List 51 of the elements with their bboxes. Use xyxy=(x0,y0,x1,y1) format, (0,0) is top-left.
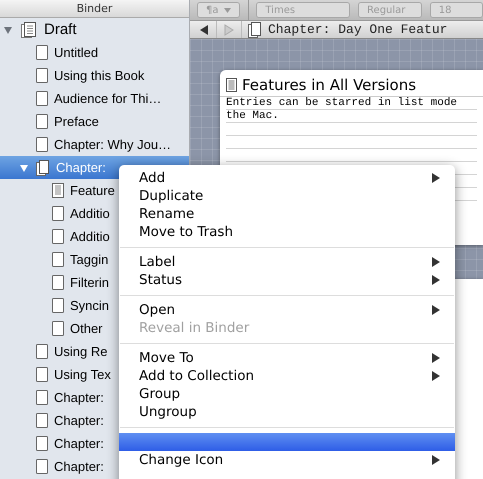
caret-icon xyxy=(224,8,230,12)
card-text: the Mac. xyxy=(226,110,279,122)
menu-item[interactable]: Move to Trash xyxy=(119,223,455,241)
menu-item[interactable]: Status xyxy=(119,271,455,289)
page-icon xyxy=(52,321,64,336)
card-text: Entries can be starred in list mode xyxy=(226,97,458,109)
menu-item[interactable]: Group xyxy=(119,385,455,403)
menu-item[interactable]: Move To xyxy=(119,349,455,367)
page-icon xyxy=(36,436,48,451)
page-icon xyxy=(52,298,64,313)
text-document-icon xyxy=(226,78,237,92)
page-icon xyxy=(36,344,48,359)
page-icon xyxy=(52,229,64,244)
page-icon xyxy=(52,275,64,290)
menu-item[interactable]: Change Icon xyxy=(119,451,455,469)
menu-item[interactable]: Add to Collection xyxy=(119,367,455,385)
back-arrow-icon[interactable] xyxy=(198,24,210,36)
page-icon xyxy=(36,114,48,129)
disclosure-triangle-icon[interactable] xyxy=(19,162,29,172)
page-icon xyxy=(36,91,48,106)
pages-icon xyxy=(36,160,50,176)
document-stack-icon xyxy=(20,20,38,38)
page-icon xyxy=(36,459,48,474)
binder-title: Binder xyxy=(0,0,189,18)
page-icon xyxy=(36,413,48,428)
menu-item[interactable]: Ungroup xyxy=(119,403,455,421)
submenu-arrow-icon xyxy=(432,305,440,315)
page-icon xyxy=(36,390,48,405)
binder-item[interactable]: Audience for Thi… xyxy=(0,87,189,110)
page-icon xyxy=(36,137,48,152)
binder-item[interactable]: Draft xyxy=(0,18,189,41)
submenu-arrow-icon xyxy=(432,173,440,183)
page-icon xyxy=(52,206,64,221)
page-icon xyxy=(36,68,48,83)
menu-item[interactable]: Duplicate xyxy=(119,187,455,205)
disclosure-triangle-icon[interactable] xyxy=(3,24,13,34)
text-document-icon xyxy=(52,183,64,198)
page-icon xyxy=(52,252,64,267)
binder-item[interactable]: Untitled xyxy=(0,41,189,64)
binder-item[interactable]: Using this Book xyxy=(0,64,189,87)
binder-item[interactable]: Chapter: Why Jou… xyxy=(0,133,189,156)
pages-icon xyxy=(248,22,262,38)
page-icon xyxy=(36,367,48,382)
card-title: Features in All Versions xyxy=(242,76,416,94)
page-icon xyxy=(36,45,48,60)
document-title: Chapter: Day One Featur xyxy=(268,22,448,37)
submenu-arrow-icon xyxy=(432,455,440,465)
binder-item[interactable]: Preface xyxy=(0,110,189,133)
menu-item[interactable]: Label xyxy=(119,253,455,271)
menu-item[interactable]: Open xyxy=(119,301,455,319)
menu-item[interactable]: Rename xyxy=(119,205,455,223)
